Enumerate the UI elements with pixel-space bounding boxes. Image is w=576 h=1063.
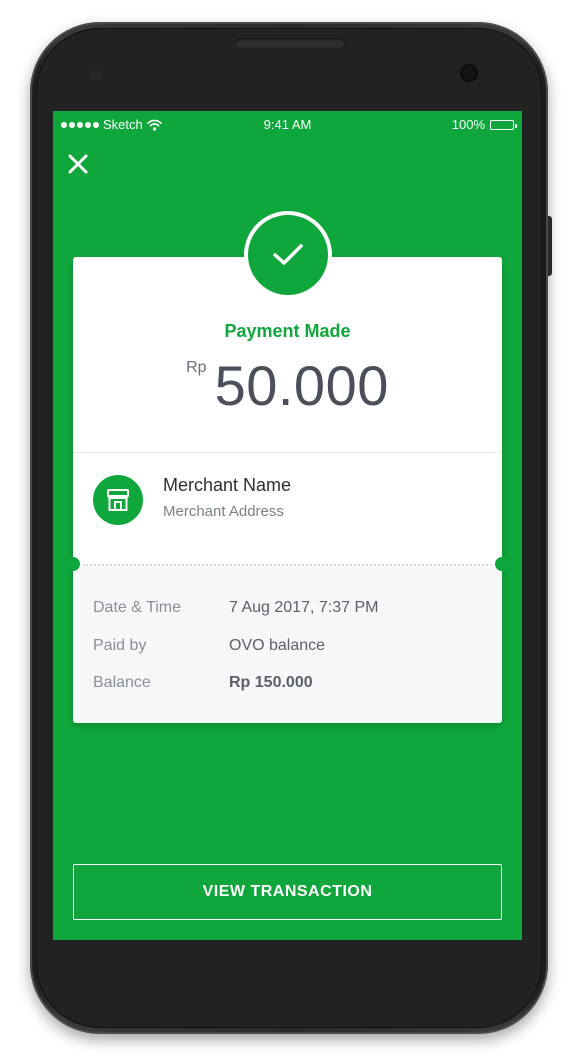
perforation-line bbox=[83, 564, 492, 566]
speaker-grille bbox=[235, 38, 345, 48]
detail-row-date: Date & Time 7 Aug 2017, 7:37 PM bbox=[93, 599, 482, 621]
battery-percent: 100% bbox=[451, 117, 485, 132]
ticket-notch-right bbox=[495, 557, 509, 571]
merchant-address: Merchant Address bbox=[163, 503, 284, 520]
amount-currency: Rp bbox=[186, 359, 207, 376]
detail-label: Paid by bbox=[93, 637, 147, 654]
power-button bbox=[548, 216, 552, 276]
close-button[interactable] bbox=[65, 151, 91, 177]
status-right: 100% bbox=[451, 117, 517, 132]
payment-amount: Rp 50.000 bbox=[73, 353, 502, 418]
ticket-notch-left bbox=[66, 557, 80, 571]
proximity-sensor bbox=[90, 68, 102, 80]
close-icon bbox=[68, 154, 88, 174]
checkmark-icon bbox=[273, 244, 303, 265]
divider bbox=[73, 452, 502, 453]
status-bar: Sketch 9:41 AM 100% bbox=[53, 111, 522, 139]
screen: Sketch 9:41 AM 100% Payment Made Rp 50.00… bbox=[53, 111, 522, 940]
detail-value: Rp 150.000 bbox=[229, 674, 313, 691]
detail-value: 7 Aug 2017, 7:37 PM bbox=[229, 599, 379, 616]
detail-label: Balance bbox=[93, 674, 151, 691]
detail-row-paid-by: Paid by OVO balance bbox=[93, 637, 482, 659]
success-badge bbox=[244, 211, 332, 299]
front-camera bbox=[460, 64, 478, 82]
battery-icon bbox=[490, 119, 517, 130]
merchant-name: Merchant Name bbox=[163, 475, 292, 495]
transaction-details: Date & Time 7 Aug 2017, 7:37 PM Paid by … bbox=[73, 567, 502, 723]
payment-status-title: Payment Made bbox=[224, 321, 351, 341]
receipt-card: Payment Made Rp 50.000 Merchant Name Merc… bbox=[66, 257, 509, 723]
store-icon bbox=[93, 475, 143, 525]
detail-row-balance: Balance Rp 150.000 bbox=[93, 674, 482, 696]
view-transaction-button[interactable]: VIEW TRANSACTION bbox=[73, 864, 502, 920]
detail-value: OVO balance bbox=[229, 637, 326, 654]
amount-value: 50.000 bbox=[214, 354, 389, 417]
detail-label: Date & Time bbox=[93, 599, 182, 616]
